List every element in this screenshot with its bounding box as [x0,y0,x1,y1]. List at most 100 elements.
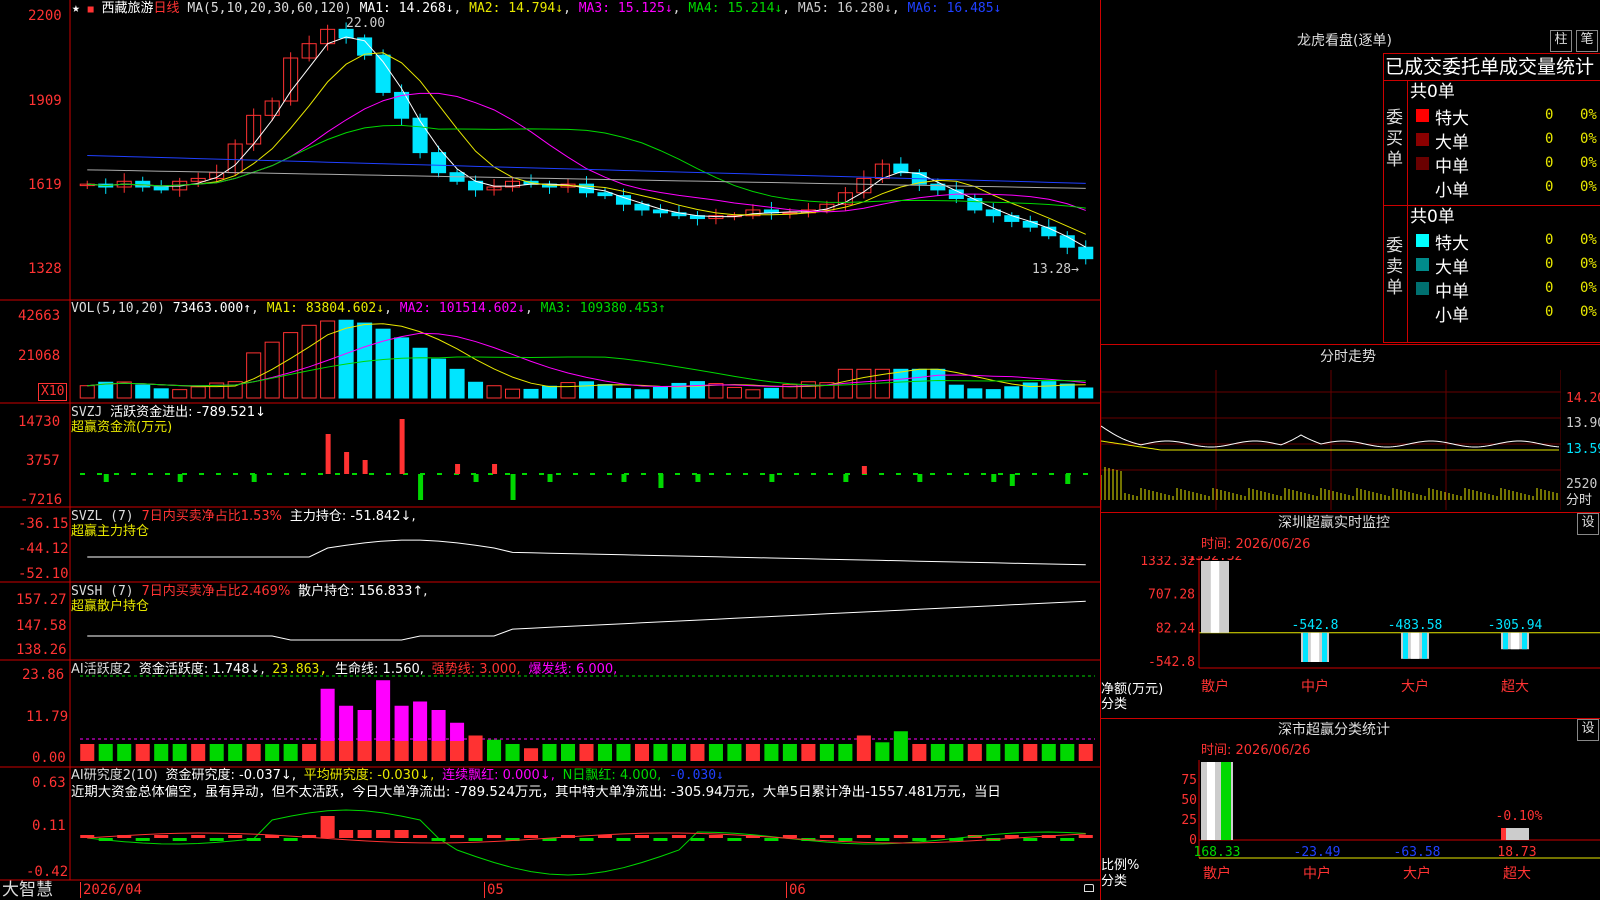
monitor-bar-hl [1310,632,1320,662]
ai2-bar [191,835,206,838]
ai1-bar-base [431,741,446,761]
ai2-bar [413,835,428,838]
ai2-bar [524,835,539,838]
svzj-bar [621,474,627,482]
svzj-bar [843,474,849,482]
candle-body [597,192,613,197]
sell-xl-pct: 0% [1580,232,1597,248]
vol-bar [190,386,206,399]
period-label[interactable]: 日线 [154,1,180,16]
vol-bar [116,381,132,399]
ai1-ytick-2: 0.00 [32,750,66,766]
sell-side-label: 委卖单 [1386,236,1403,298]
monitor-ytick: 707.28 [1148,588,1195,603]
svzj-bar [658,474,664,488]
ai1-bar [246,744,261,761]
svzj-bar [455,464,461,474]
fenshi-vol-tick: 2520 [1566,477,1598,492]
svzl-p1: 7日内买卖净占比1.53% [141,509,283,524]
lock-icon[interactable] [1084,884,1094,892]
ai2-bar [450,835,465,838]
vol-bar [449,368,465,399]
monitor-settings-button[interactable]: 设 [1577,513,1599,535]
chart-canvas[interactable] [0,0,1100,900]
monitor-bar-edge [1422,632,1427,659]
monitor-chart[interactable]: 1332.32 707.28 82.24 -542.8 散户 -542.8 中户 -483.5… [1101,556,1600,716]
monitor-value-label: -305.94 [1488,618,1543,633]
vol-bar [412,347,428,399]
sell-row-s[interactable]: 小单 0 0% [1408,301,1600,326]
stats-time: 时间: 2026/06/26 [1201,743,1311,758]
svsh-name[interactable]: SVSH (7) [71,584,134,599]
svzj-bar [251,474,257,482]
fenshi-chart[interactable] [1101,370,1561,510]
stock-name[interactable]: 西藏旅游 [102,1,154,16]
sell-s-name: 小单 [1435,306,1469,326]
vol-label[interactable]: VOL(5,10,20) [71,301,165,316]
monitor-time: 时间: 2026/06/26 [1201,537,1311,552]
ai2-bar [154,835,169,838]
ai1-bar [302,744,317,761]
lhb-title: 龙虎看盘(逐单) [1297,33,1392,49]
buy-row-xl[interactable]: 特大 0 0% [1408,104,1600,129]
buy-row-l[interactable]: 大单 0 0% [1408,128,1600,153]
sell-row-xl[interactable]: 特大 0 0% [1408,229,1600,254]
ai2-header: AI研究度2(10) 资金研究度: -0.037↓, 平均研究度: -0.030… [71,768,724,784]
ai1-name[interactable]: AI活跃度2 [71,662,131,677]
ai2-name[interactable]: AI研究度2(10) [71,768,158,783]
vol-value: 73463.000↑ [172,301,252,316]
ai2-bar [893,835,908,838]
svzl-name[interactable]: SVZL (7) [71,509,134,524]
ai1-bar [505,744,520,761]
svzj-bar [547,474,553,482]
monitor-category: 中户 [1301,678,1329,695]
stats-chart[interactable]: 7550250168.33散户-23.49中户-63.58大户18.73超大-0… [1101,760,1600,900]
candle-body [375,54,391,93]
svzj-bar [861,466,867,474]
candle-body [1059,235,1075,248]
ai1-bar [708,744,723,761]
sell-row-m[interactable]: 中单 0 0% [1408,277,1600,302]
fenshi-title: 分时走势 [1320,349,1376,365]
ai2-bar [819,835,834,838]
monitor-category: 超大 [1501,679,1529,695]
stats-value-label: -63.58 [1394,845,1441,860]
ma4-value: MA4: 15.214↓ [688,1,783,16]
svzj-bar [344,452,350,474]
stats-bar-hl [1207,762,1215,840]
vol-bar [338,319,354,399]
low-label: 13.28→ [1032,262,1079,277]
ai1-bar [135,744,150,761]
sell-xl-swatch [1416,234,1429,247]
svzj-bar [399,419,405,474]
sell-m-count: 0 [1545,280,1554,296]
brand-label: 大智慧 [2,880,53,900]
buy-row-s[interactable]: 小单 0 0% [1408,176,1600,201]
ma1-line [87,36,1087,248]
ai1-bar [228,744,243,761]
ai2-bar [875,838,890,841]
sell-rows: 特大 0 0% 大单 0 0% 中单 0 0% 小单 0 0% [1408,229,1600,329]
ai1-ytick-0: 23.86 [22,667,65,683]
sell-row-l[interactable]: 大单 0 0% [1408,253,1600,278]
svsh-ytick-0: 157.27 [16,592,67,608]
ai1-bar [524,748,539,761]
buy-row-m[interactable]: 中单 0 0% [1408,152,1600,177]
lhb-bar-button[interactable]: 柱 [1550,30,1572,52]
svzj-bar [418,474,424,500]
svzl-ytick-2: -52.10 [18,566,69,582]
lhb-tick-button[interactable]: 笔 [1576,30,1598,52]
monitor-ytick: 82.24 [1156,621,1195,636]
stats-category: 散户 [1203,865,1231,882]
ma-params[interactable]: MA(5,10,20,30,60,120) [187,1,351,16]
stats-settings-button[interactable]: 设 [1577,719,1599,741]
ai1-p1: 资金活跃度: 1.748↓, [138,662,265,677]
star-icon[interactable]: ★ [72,1,80,16]
ai1-bar [579,744,594,761]
month-05: 05 [484,882,504,898]
svzl-line [87,539,1086,566]
ai2-bar [708,835,723,838]
monitor-bar-edge [1322,632,1327,662]
vol-bar [1078,387,1094,399]
svzj-name[interactable]: SVZJ [71,405,102,420]
